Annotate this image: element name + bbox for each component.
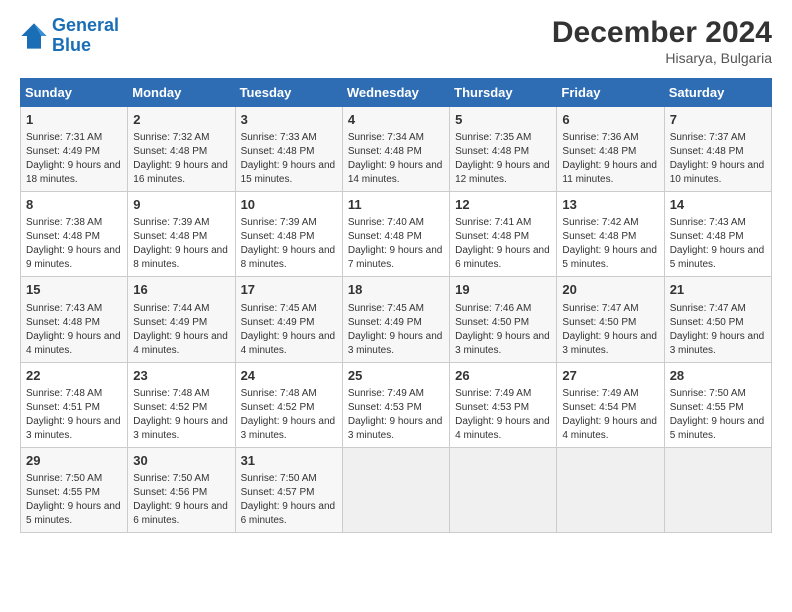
list-item: 3 Sunrise: 7:33 AMSunset: 4:48 PMDayligh… bbox=[235, 107, 342, 192]
title-block: December 2024 Hisarya, Bulgaria bbox=[552, 16, 772, 66]
list-item: 4 Sunrise: 7:34 AMSunset: 4:48 PMDayligh… bbox=[342, 107, 449, 192]
list-item: 13 Sunrise: 7:42 AMSunset: 4:48 PMDaylig… bbox=[557, 192, 664, 277]
logo: General Blue bbox=[20, 16, 119, 56]
list-item: 27 Sunrise: 7:49 AMSunset: 4:54 PMDaylig… bbox=[557, 362, 664, 447]
list-item: 18 Sunrise: 7:45 AMSunset: 4:49 PMDaylig… bbox=[342, 277, 449, 362]
list-item: 22 Sunrise: 7:48 AMSunset: 4:51 PMDaylig… bbox=[21, 362, 128, 447]
col-thursday: Thursday bbox=[450, 79, 557, 107]
table-row: 1 Sunrise: 7:31 AMSunset: 4:49 PMDayligh… bbox=[21, 107, 772, 192]
list-item: 19 Sunrise: 7:46 AMSunset: 4:50 PMDaylig… bbox=[450, 277, 557, 362]
list-item bbox=[557, 447, 664, 532]
list-item: 11 Sunrise: 7:40 AMSunset: 4:48 PMDaylig… bbox=[342, 192, 449, 277]
calendar-table: Sunday Monday Tuesday Wednesday Thursday… bbox=[20, 78, 772, 533]
list-item: 24 Sunrise: 7:48 AMSunset: 4:52 PMDaylig… bbox=[235, 362, 342, 447]
list-item bbox=[664, 447, 771, 532]
list-item bbox=[342, 447, 449, 532]
list-item: 20 Sunrise: 7:47 AMSunset: 4:50 PMDaylig… bbox=[557, 277, 664, 362]
list-item: 30 Sunrise: 7:50 AMSunset: 4:56 PMDaylig… bbox=[128, 447, 235, 532]
list-item: 9 Sunrise: 7:39 AMSunset: 4:48 PMDayligh… bbox=[128, 192, 235, 277]
list-item bbox=[450, 447, 557, 532]
col-wednesday: Wednesday bbox=[342, 79, 449, 107]
list-item: 21 Sunrise: 7:47 AMSunset: 4:50 PMDaylig… bbox=[664, 277, 771, 362]
logo-general: General bbox=[52, 15, 119, 35]
logo-icon bbox=[20, 22, 48, 50]
list-item: 8 Sunrise: 7:38 AMSunset: 4:48 PMDayligh… bbox=[21, 192, 128, 277]
month-title: December 2024 bbox=[552, 16, 772, 50]
list-item: 5 Sunrise: 7:35 AMSunset: 4:48 PMDayligh… bbox=[450, 107, 557, 192]
list-item: 14 Sunrise: 7:43 AMSunset: 4:48 PMDaylig… bbox=[664, 192, 771, 277]
header: General Blue December 2024 Hisarya, Bulg… bbox=[20, 16, 772, 66]
list-item: 10 Sunrise: 7:39 AMSunset: 4:48 PMDaylig… bbox=[235, 192, 342, 277]
list-item: 26 Sunrise: 7:49 AMSunset: 4:53 PMDaylig… bbox=[450, 362, 557, 447]
header-row: Sunday Monday Tuesday Wednesday Thursday… bbox=[21, 79, 772, 107]
table-row: 29 Sunrise: 7:50 AMSunset: 4:55 PMDaylig… bbox=[21, 447, 772, 532]
list-item: 17 Sunrise: 7:45 AMSunset: 4:49 PMDaylig… bbox=[235, 277, 342, 362]
list-item: 28 Sunrise: 7:50 AMSunset: 4:55 PMDaylig… bbox=[664, 362, 771, 447]
col-monday: Monday bbox=[128, 79, 235, 107]
table-row: 8 Sunrise: 7:38 AMSunset: 4:48 PMDayligh… bbox=[21, 192, 772, 277]
list-item: 25 Sunrise: 7:49 AMSunset: 4:53 PMDaylig… bbox=[342, 362, 449, 447]
col-friday: Friday bbox=[557, 79, 664, 107]
calendar-header: Sunday Monday Tuesday Wednesday Thursday… bbox=[21, 79, 772, 107]
table-row: 15 Sunrise: 7:43 AMSunset: 4:48 PMDaylig… bbox=[21, 277, 772, 362]
list-item: 15 Sunrise: 7:43 AMSunset: 4:48 PMDaylig… bbox=[21, 277, 128, 362]
list-item: 2 Sunrise: 7:32 AMSunset: 4:48 PMDayligh… bbox=[128, 107, 235, 192]
col-saturday: Saturday bbox=[664, 79, 771, 107]
table-row: 22 Sunrise: 7:48 AMSunset: 4:51 PMDaylig… bbox=[21, 362, 772, 447]
col-tuesday: Tuesday bbox=[235, 79, 342, 107]
list-item: 7 Sunrise: 7:37 AMSunset: 4:48 PMDayligh… bbox=[664, 107, 771, 192]
calendar-body: 1 Sunrise: 7:31 AMSunset: 4:49 PMDayligh… bbox=[21, 107, 772, 533]
list-item: 6 Sunrise: 7:36 AMSunset: 4:48 PMDayligh… bbox=[557, 107, 664, 192]
list-item: 23 Sunrise: 7:48 AMSunset: 4:52 PMDaylig… bbox=[128, 362, 235, 447]
logo-blue: Blue bbox=[52, 36, 119, 56]
location: Hisarya, Bulgaria bbox=[552, 50, 772, 66]
list-item: 31 Sunrise: 7:50 AMSunset: 4:57 PMDaylig… bbox=[235, 447, 342, 532]
page: General Blue December 2024 Hisarya, Bulg… bbox=[0, 0, 792, 543]
list-item: 16 Sunrise: 7:44 AMSunset: 4:49 PMDaylig… bbox=[128, 277, 235, 362]
col-sunday: Sunday bbox=[21, 79, 128, 107]
list-item: 1 Sunrise: 7:31 AMSunset: 4:49 PMDayligh… bbox=[21, 107, 128, 192]
list-item: 12 Sunrise: 7:41 AMSunset: 4:48 PMDaylig… bbox=[450, 192, 557, 277]
list-item: 29 Sunrise: 7:50 AMSunset: 4:55 PMDaylig… bbox=[21, 447, 128, 532]
logo-text: General Blue bbox=[52, 16, 119, 56]
